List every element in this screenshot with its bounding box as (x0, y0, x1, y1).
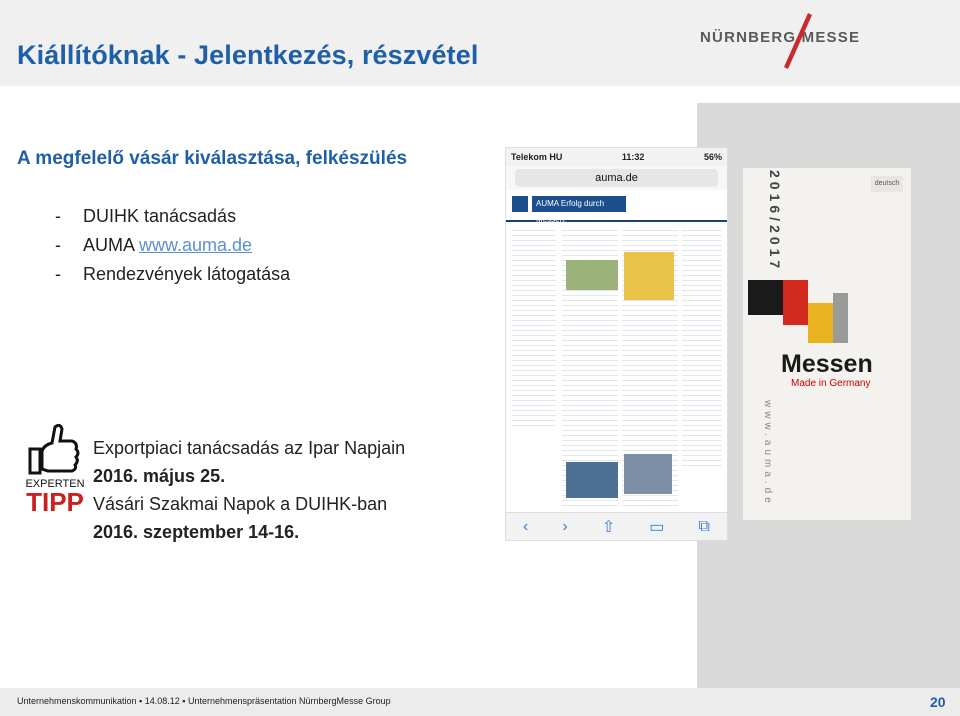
auma-banner-text: AUMA Erfolg durch Messen. (532, 196, 626, 224)
bullet-item: - AUMA www.auma.de (55, 235, 290, 264)
event-photo (566, 462, 618, 498)
phone-screenshot: Telekom HU 11:32 56% auma.de AUMA Erfolg… (505, 147, 728, 541)
event-line: Exportpiaci tanácsadás az Ipar Napjain (93, 438, 406, 458)
nuernbergmesse-logo: NÜRNBERG MESSE (700, 13, 859, 69)
bullet-item: - DUIHK tanácsadás (55, 206, 290, 235)
bullet-list: - DUIHK tanácsadás - AUMA www.auma.de - Ren… (55, 206, 290, 293)
book-square-black (748, 280, 783, 315)
phone-time: 11:32 (621, 152, 645, 162)
bullet-text: Rendezvények látogatása (83, 264, 291, 284)
event-date: 2016. szeptember 14-16. (93, 522, 300, 542)
bullet-dash: - (55, 206, 61, 226)
forward-icon: › (562, 518, 568, 535)
phone-page-body (506, 222, 727, 512)
page-title: Kiállítóknak - Jelentkezés, részvétel (17, 40, 479, 70)
phone-column-right (682, 226, 722, 466)
phone-column-left (512, 226, 556, 426)
experten-tipp-icon: EXPERTEN TIPP (25, 423, 85, 515)
event-date: 2016. május 25. (93, 466, 226, 486)
bullet-dash: - (55, 235, 61, 255)
phone-nav-bar: ‹ › ⇧ ▭ ⧉ (506, 512, 727, 540)
phone-carrier: Telekom HU (511, 152, 563, 162)
phone-url-bar: auma.de (515, 169, 718, 187)
book-square-gray (833, 293, 848, 343)
faktor-dialog-image (624, 252, 674, 300)
bullet-dash: - (55, 264, 61, 284)
book-title: Messen (781, 350, 873, 378)
auma-book-photo: 2016/2017 deutsch Messen Made in Germany… (743, 168, 911, 520)
page-number: 20 (930, 694, 946, 710)
share-icon: ⇧ (601, 519, 616, 536)
bullet-text: DUIHK tanácsadás (83, 206, 237, 226)
book-lang-tag: deutsch (871, 176, 903, 192)
book-subtitle: Made in Germany (791, 378, 871, 389)
auma-logo-icon (512, 196, 528, 212)
event-line: Vásári Szakmai Napok a DUIHK-ban (93, 494, 388, 514)
logo-text: NÜRNBERG MESSE (700, 29, 861, 46)
bullet-text: AUMA (83, 235, 140, 255)
portrait-image (624, 454, 672, 494)
tipp-line2: TIPP (26, 487, 84, 515)
bookmarks-icon: ▭ (649, 519, 665, 536)
bullet-item: - Rendezvények látogatása (55, 264, 290, 293)
auma-link[interactable]: www.auma.de (139, 235, 252, 255)
auma-banner: AUMA Erfolg durch Messen. (506, 190, 727, 224)
phone-battery: 56% (703, 152, 722, 162)
book-square-red (783, 280, 808, 325)
social-media-image (566, 260, 618, 290)
book-url: www.auma.de (762, 400, 773, 507)
phone-status-bar: Telekom HU 11:32 56% (506, 148, 727, 166)
section-subtitle: A megfelelő vásár kiválasztása, felkészü… (17, 148, 408, 169)
event-info: Exportpiaci tanácsadás az Ipar Napjain 2… (93, 434, 405, 546)
book-square-gold (808, 303, 833, 343)
back-icon: ‹ (523, 518, 529, 535)
logo-slash-icon (784, 13, 812, 69)
footer-text: Unternehmenskommunikation ▪ 14.08.12 ▪ U… (17, 696, 391, 706)
book-year: 2016/2017 (767, 170, 783, 273)
tabs-icon: ⧉ (698, 518, 710, 535)
